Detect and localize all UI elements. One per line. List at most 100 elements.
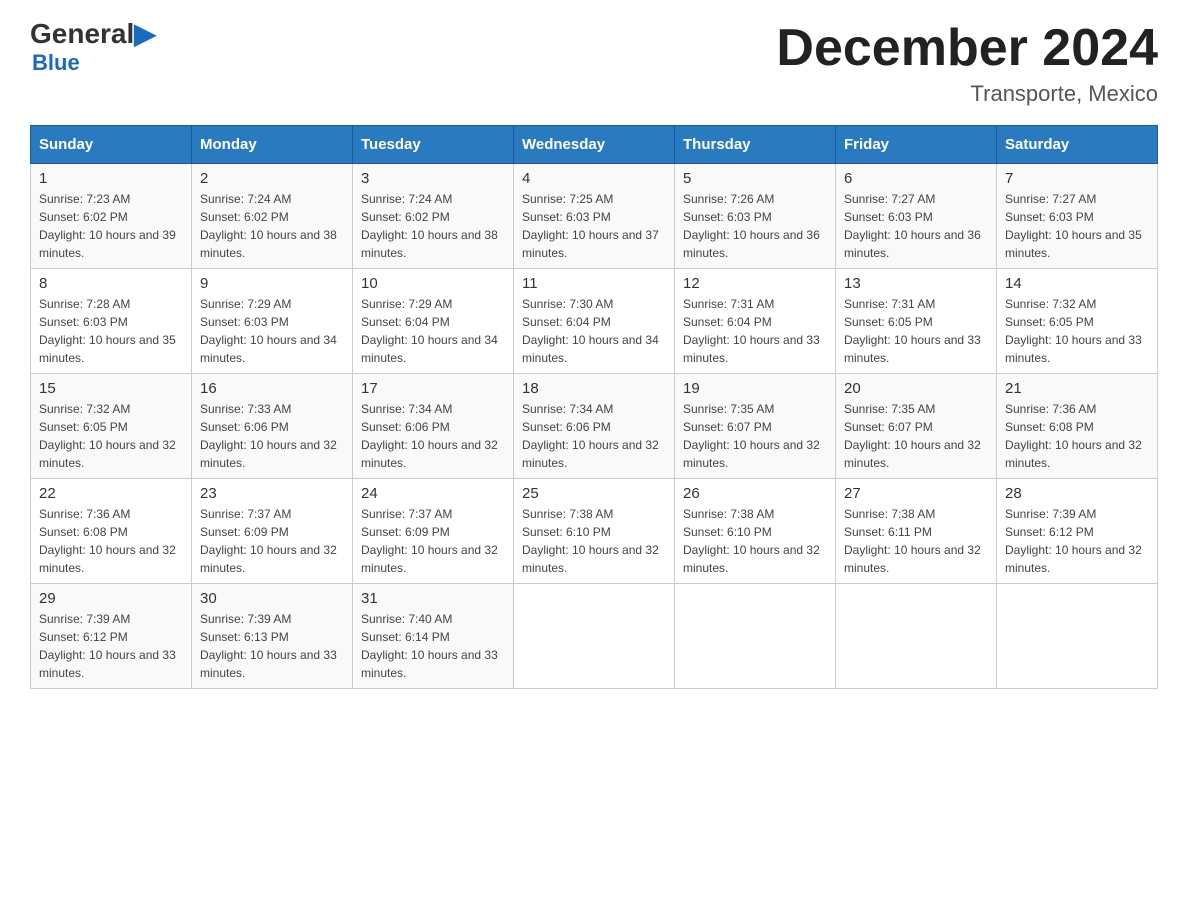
calendar-cell: [836, 584, 997, 689]
calendar-week-row: 8 Sunrise: 7:28 AMSunset: 6:03 PMDaylight…: [31, 269, 1158, 374]
day-info: Sunrise: 7:23 AMSunset: 6:02 PMDaylight:…: [39, 190, 183, 262]
day-info: Sunrise: 7:34 AMSunset: 6:06 PMDaylight:…: [522, 400, 666, 472]
day-info: Sunrise: 7:33 AMSunset: 6:06 PMDaylight:…: [200, 400, 344, 472]
calendar-cell: 22 Sunrise: 7:36 AMSunset: 6:08 PMDayligh…: [31, 479, 192, 584]
day-number: 15: [39, 380, 183, 397]
day-number: 2: [200, 170, 344, 187]
calendar-week-row: 29Sunrise: 7:39 AMSunset: 6:12 PMDayligh…: [31, 584, 1158, 689]
day-info: Sunrise: 7:38 AMSunset: 6:10 PMDaylight:…: [522, 505, 666, 577]
day-info: Sunrise: 7:38 AMSunset: 6:10 PMDaylight:…: [683, 505, 827, 577]
logo-arrow-shape: ▶: [134, 20, 156, 48]
day-info: Sunrise: 7:37 AMSunset: 6:09 PMDaylight:…: [200, 505, 344, 577]
day-info: Sunrise: 7:35 AMSunset: 6:07 PMDaylight:…: [683, 400, 827, 472]
day-info: Sunrise: 7:24 AMSunset: 6:02 PMDaylight:…: [361, 190, 505, 262]
day-info: Sunrise: 7:26 AMSunset: 6:03 PMDaylight:…: [683, 190, 827, 262]
day-number: 7: [1005, 170, 1149, 187]
calendar-cell: 6 Sunrise: 7:27 AMSunset: 6:03 PMDaylight…: [836, 164, 997, 269]
day-info: Sunrise: 7:25 AMSunset: 6:03 PMDaylight:…: [522, 190, 666, 262]
day-info: Sunrise: 7:39 AMSunset: 6:13 PMDaylight:…: [200, 610, 344, 682]
calendar-cell: 1 Sunrise: 7:23 AMSunset: 6:02 PMDaylight…: [31, 164, 192, 269]
day-number: 23: [200, 485, 344, 502]
logo: General▶ Blue: [30, 20, 156, 76]
calendar-cell: 8 Sunrise: 7:28 AMSunset: 6:03 PMDaylight…: [31, 269, 192, 374]
day-info: Sunrise: 7:39 AMSunset: 6:12 PMDaylight:…: [1005, 505, 1149, 577]
day-info: Sunrise: 7:36 AMSunset: 6:08 PMDaylight:…: [39, 505, 183, 577]
calendar-cell: 15 Sunrise: 7:32 AMSunset: 6:05 PMDayligh…: [31, 374, 192, 479]
day-info: Sunrise: 7:38 AMSunset: 6:11 PMDaylight:…: [844, 505, 988, 577]
header-friday: Friday: [836, 126, 997, 164]
calendar-cell: 14 Sunrise: 7:32 AMSunset: 6:05 PMDayligh…: [997, 269, 1158, 374]
logo-general-text: General: [30, 20, 134, 48]
day-number: 10: [361, 275, 505, 292]
calendar-cell: 16 Sunrise: 7:33 AMSunset: 6:06 PMDayligh…: [192, 374, 353, 479]
day-number: 4: [522, 170, 666, 187]
day-number: 24: [361, 485, 505, 502]
calendar-week-row: 22 Sunrise: 7:36 AMSunset: 6:08 PMDayligh…: [31, 479, 1158, 584]
day-info: Sunrise: 7:35 AMSunset: 6:07 PMDaylight:…: [844, 400, 988, 472]
header-monday: Monday: [192, 126, 353, 164]
day-info: Sunrise: 7:32 AMSunset: 6:05 PMDaylight:…: [39, 400, 183, 472]
day-info: Sunrise: 7:27 AMSunset: 6:03 PMDaylight:…: [1005, 190, 1149, 262]
calendar-cell: 29Sunrise: 7:39 AMSunset: 6:12 PMDayligh…: [31, 584, 192, 689]
day-number: 20: [844, 380, 988, 397]
day-info: Sunrise: 7:31 AMSunset: 6:05 PMDaylight:…: [844, 295, 988, 367]
day-number: 22: [39, 485, 183, 502]
day-number: 26: [683, 485, 827, 502]
day-number: 8: [39, 275, 183, 292]
calendar-week-row: 15 Sunrise: 7:32 AMSunset: 6:05 PMDayligh…: [31, 374, 1158, 479]
day-number: 18: [522, 380, 666, 397]
day-number: 19: [683, 380, 827, 397]
calendar-cell: 10Sunrise: 7:29 AMSunset: 6:04 PMDayligh…: [353, 269, 514, 374]
calendar-title: December 2024: [776, 20, 1158, 77]
day-number: 6: [844, 170, 988, 187]
calendar-title-area: December 2024 Transporte, Mexico: [776, 20, 1158, 107]
calendar-header-row: SundayMondayTuesdayWednesdayThursdayFrid…: [31, 126, 1158, 164]
day-number: 31: [361, 590, 505, 607]
calendar-cell: [514, 584, 675, 689]
day-number: 30: [200, 590, 344, 607]
day-number: 14: [1005, 275, 1149, 292]
calendar-week-row: 1 Sunrise: 7:23 AMSunset: 6:02 PMDaylight…: [31, 164, 1158, 269]
calendar-cell: 19 Sunrise: 7:35 AMSunset: 6:07 PMDayligh…: [675, 374, 836, 479]
day-number: 11: [522, 275, 666, 292]
day-info: Sunrise: 7:29 AMSunset: 6:03 PMDaylight:…: [200, 295, 344, 367]
day-number: 17: [361, 380, 505, 397]
calendar-cell: 7 Sunrise: 7:27 AMSunset: 6:03 PMDaylight…: [997, 164, 1158, 269]
header-wednesday: Wednesday: [514, 126, 675, 164]
calendar-cell: 21 Sunrise: 7:36 AMSunset: 6:08 PMDayligh…: [997, 374, 1158, 479]
calendar-cell: 28 Sunrise: 7:39 AMSunset: 6:12 PMDayligh…: [997, 479, 1158, 584]
day-info: Sunrise: 7:36 AMSunset: 6:08 PMDaylight:…: [1005, 400, 1149, 472]
day-info: Sunrise: 7:28 AMSunset: 6:03 PMDaylight:…: [39, 295, 183, 367]
calendar-cell: 20 Sunrise: 7:35 AMSunset: 6:07 PMDayligh…: [836, 374, 997, 479]
calendar-cell: 31Sunrise: 7:40 AMSunset: 6:14 PMDayligh…: [353, 584, 514, 689]
header-thursday: Thursday: [675, 126, 836, 164]
day-number: 3: [361, 170, 505, 187]
day-number: 21: [1005, 380, 1149, 397]
calendar-cell: 30 Sunrise: 7:39 AMSunset: 6:13 PMDayligh…: [192, 584, 353, 689]
calendar-cell: 11 Sunrise: 7:30 AMSunset: 6:04 PMDayligh…: [514, 269, 675, 374]
calendar-cell: 18 Sunrise: 7:34 AMSunset: 6:06 PMDayligh…: [514, 374, 675, 479]
day-number: 9: [200, 275, 344, 292]
day-number: 1: [39, 170, 183, 187]
calendar-cell: 25 Sunrise: 7:38 AMSunset: 6:10 PMDayligh…: [514, 479, 675, 584]
calendar-cell: 4 Sunrise: 7:25 AMSunset: 6:03 PMDaylight…: [514, 164, 675, 269]
day-info: Sunrise: 7:37 AMSunset: 6:09 PMDaylight:…: [361, 505, 505, 577]
day-info: Sunrise: 7:27 AMSunset: 6:03 PMDaylight:…: [844, 190, 988, 262]
calendar-cell: 2Sunrise: 7:24 AMSunset: 6:02 PMDaylight…: [192, 164, 353, 269]
calendar-cell: 27 Sunrise: 7:38 AMSunset: 6:11 PMDayligh…: [836, 479, 997, 584]
day-info: Sunrise: 7:32 AMSunset: 6:05 PMDaylight:…: [1005, 295, 1149, 367]
day-number: 25: [522, 485, 666, 502]
calendar-cell: 13Sunrise: 7:31 AMSunset: 6:05 PMDayligh…: [836, 269, 997, 374]
day-number: 12: [683, 275, 827, 292]
page-header: General▶ Blue December 2024 Transporte, …: [30, 20, 1158, 107]
day-number: 29: [39, 590, 183, 607]
day-info: Sunrise: 7:30 AMSunset: 6:04 PMDaylight:…: [522, 295, 666, 367]
header-tuesday: Tuesday: [353, 126, 514, 164]
day-number: 28: [1005, 485, 1149, 502]
calendar-cell: 5Sunrise: 7:26 AMSunset: 6:03 PMDaylight…: [675, 164, 836, 269]
day-number: 16: [200, 380, 344, 397]
day-number: 27: [844, 485, 988, 502]
calendar-cell: 24 Sunrise: 7:37 AMSunset: 6:09 PMDayligh…: [353, 479, 514, 584]
calendar-cell: [675, 584, 836, 689]
calendar-subtitle: Transporte, Mexico: [776, 81, 1158, 107]
